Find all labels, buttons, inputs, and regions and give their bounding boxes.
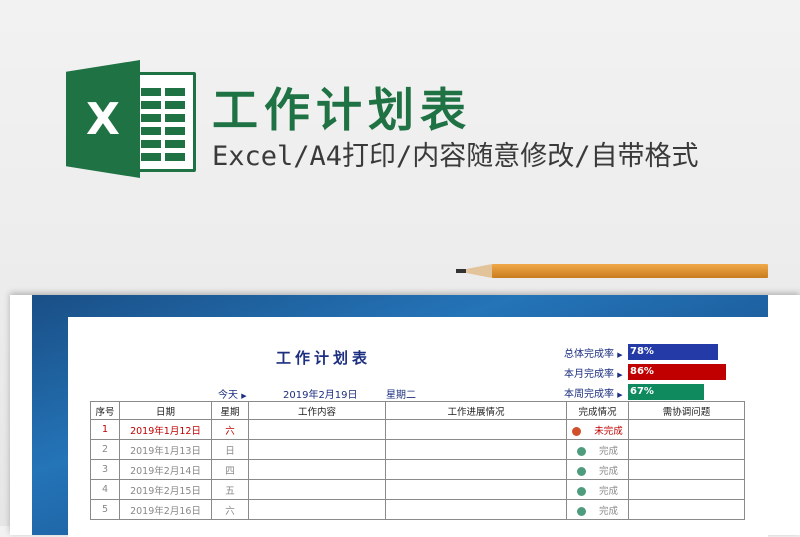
- status-dot-icon: [576, 466, 586, 476]
- today-label: 今天 ▶: [218, 390, 247, 401]
- cell-progress[interactable]: [385, 419, 567, 440]
- cell-date[interactable]: 2019年1月12日: [119, 419, 212, 440]
- column-header: 完成情况: [566, 401, 629, 420]
- cell-content[interactable]: [248, 499, 386, 520]
- column-header: 需协调问题: [628, 401, 745, 420]
- cell-date[interactable]: 2019年2月16日: [119, 499, 212, 520]
- cell-weekday[interactable]: 六: [211, 499, 249, 520]
- cell-status[interactable]: 完成: [566, 499, 629, 520]
- table-row: 4 2019年2月15日 五 完成: [90, 479, 745, 500]
- today-weekday: 星期二: [386, 390, 416, 401]
- cell-progress[interactable]: [385, 499, 567, 520]
- cell-content[interactable]: [248, 439, 386, 460]
- cell-status[interactable]: 未完成: [566, 419, 629, 440]
- cell-weekday[interactable]: 六: [211, 419, 249, 440]
- banner-title: 工作计划表: [212, 83, 472, 137]
- table-row: 3 2019年2月14日 四 完成: [90, 459, 745, 480]
- cell-no[interactable]: 4: [90, 479, 120, 500]
- total-rate-bar: 78%: [628, 344, 718, 360]
- plan-table: 序号 日期 星期 工作内容 工作进展情况 完成情况 需协调问题 1 2019年1…: [90, 401, 745, 520]
- cell-issue[interactable]: [628, 439, 745, 460]
- table-header-row: 序号 日期 星期 工作内容 工作进展情况 完成情况 需协调问题: [90, 401, 745, 420]
- cell-progress[interactable]: [385, 459, 567, 480]
- paper: 工作计划表 总体完成率 ▶ 本月完成率 ▶ 本周完成率 ▶ 78% 86% 67…: [68, 317, 768, 537]
- column-header: 序号: [90, 401, 120, 420]
- month-rate-label: 本月完成率 ▶: [564, 369, 623, 380]
- table-row: 2 2019年1月13日 日 完成: [90, 439, 745, 460]
- total-rate-label: 总体完成率 ▶: [564, 349, 623, 360]
- triangle-right-icon: ▶: [241, 392, 247, 400]
- status-dot-icon: [576, 506, 586, 516]
- week-rate-bar: 67%: [628, 384, 704, 400]
- cell-weekday[interactable]: 日: [211, 439, 249, 460]
- cell-issue[interactable]: [628, 479, 745, 500]
- status-dot-icon: [576, 446, 586, 456]
- triangle-right-icon: ▶: [617, 351, 623, 359]
- cell-status[interactable]: 完成: [566, 459, 629, 480]
- cell-progress[interactable]: [385, 439, 567, 460]
- cell-date[interactable]: 2019年2月14日: [119, 459, 212, 480]
- table-row: 5 2019年2月16日 六 完成: [90, 499, 745, 520]
- table-row: 1 2019年1月12日 六 未完成: [90, 419, 745, 440]
- column-header: 工作内容: [248, 401, 386, 420]
- status-dot-icon: [576, 486, 586, 496]
- cell-progress[interactable]: [385, 479, 567, 500]
- cell-issue[interactable]: [628, 499, 745, 520]
- cell-date[interactable]: 2019年1月13日: [119, 439, 212, 460]
- triangle-right-icon: ▶: [617, 371, 623, 379]
- status-dot-icon: [572, 426, 582, 436]
- cell-weekday[interactable]: 四: [211, 459, 249, 480]
- column-header: 日期: [119, 401, 212, 420]
- today-date: 2019年2月19日: [283, 390, 358, 401]
- column-header: 星期: [211, 401, 249, 420]
- column-header: 工作进展情况: [385, 401, 567, 420]
- cell-status[interactable]: 完成: [566, 479, 629, 500]
- excel-logo-front: X: [66, 60, 140, 178]
- cell-content[interactable]: [248, 419, 386, 440]
- banner-subtitle: Excel/A4打印/内容随意修改/自带格式: [212, 141, 699, 172]
- cell-content[interactable]: [248, 459, 386, 480]
- triangle-right-icon: ▶: [617, 391, 623, 399]
- cell-date[interactable]: 2019年2月15日: [119, 479, 212, 500]
- sheet-preview: 工作计划表 总体完成率 ▶ 本月完成率 ▶ 本周完成率 ▶ 78% 86% 67…: [10, 295, 800, 537]
- cell-no[interactable]: 3: [90, 459, 120, 480]
- cell-status[interactable]: 完成: [566, 439, 629, 460]
- cell-weekday[interactable]: 五: [211, 479, 249, 500]
- cell-no[interactable]: 5: [90, 499, 120, 520]
- cell-no[interactable]: 1: [90, 419, 120, 440]
- excel-icon: X: [66, 60, 196, 178]
- month-rate-bar: 86%: [628, 364, 726, 380]
- week-rate-label: 本周完成率 ▶: [564, 389, 623, 400]
- cell-issue[interactable]: [628, 459, 745, 480]
- logo-letter: X: [86, 93, 120, 145]
- doc-title: 工作计划表: [276, 349, 372, 367]
- pencil-icon: [456, 260, 768, 282]
- cell-no[interactable]: 2: [90, 439, 120, 460]
- cell-issue[interactable]: [628, 419, 745, 440]
- cell-content[interactable]: [248, 479, 386, 500]
